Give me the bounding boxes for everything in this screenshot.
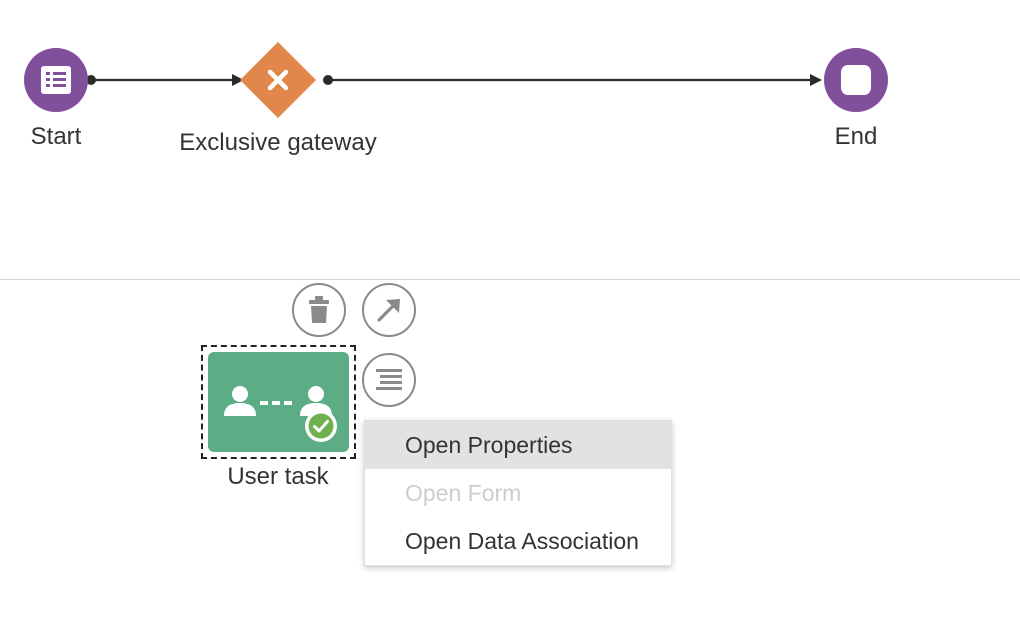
end-event[interactable]	[824, 48, 888, 112]
menu-item-open-properties[interactable]: Open Properties	[365, 421, 671, 469]
start-event[interactable]	[24, 48, 88, 112]
check-icon	[305, 410, 337, 442]
menu-lines-icon	[376, 369, 402, 390]
user-task-label: User task	[227, 463, 329, 490]
end-label: End	[834, 123, 878, 150]
user-task[interactable]	[208, 352, 349, 452]
edge-start-to-gateway[interactable]	[86, 74, 244, 86]
exclusive-gateway[interactable]	[240, 42, 316, 118]
gateway-label: Exclusive gateway	[179, 129, 377, 156]
form-list-icon	[41, 66, 71, 94]
lane-divider	[0, 279, 1020, 280]
trash-icon	[309, 296, 329, 323]
connect-button[interactable]	[362, 283, 416, 337]
delete-button[interactable]	[292, 283, 346, 337]
stop-square-icon	[841, 65, 871, 95]
menu-item-open-data-association[interactable]: Open Data Association	[365, 517, 671, 565]
arrow-diagonal-icon	[377, 299, 400, 322]
more-actions-button[interactable]	[362, 353, 416, 407]
context-menu: Open Properties Open Form Open Data Asso…	[364, 420, 672, 566]
menu-item-open-form: Open Form	[405, 480, 522, 506]
edge-gateway-to-end[interactable]	[323, 74, 822, 86]
start-label: Start	[30, 123, 82, 150]
